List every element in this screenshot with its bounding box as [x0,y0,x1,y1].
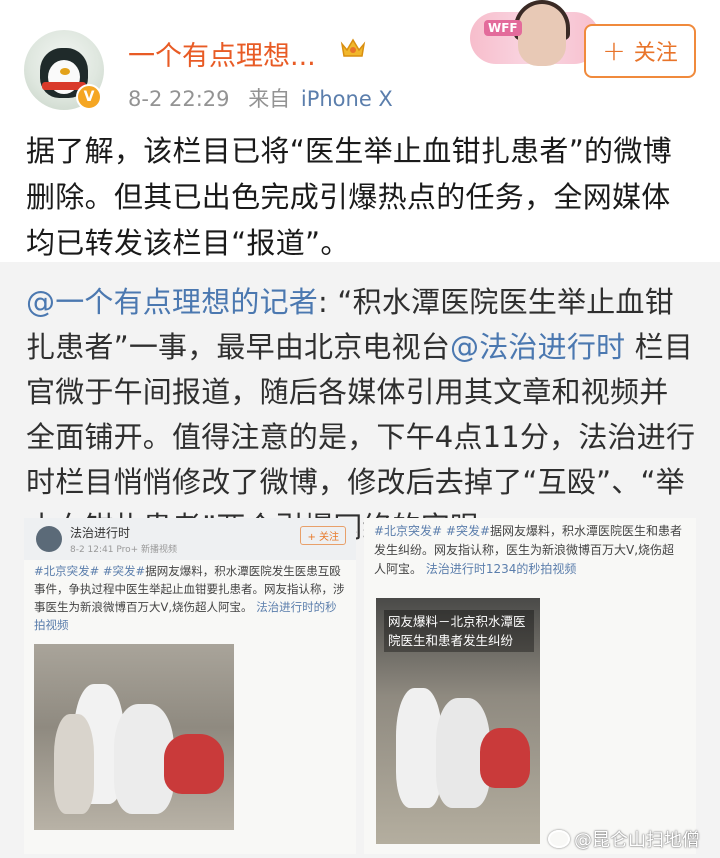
post-header: V 一个有点理想... 8-2 22:29 来自 iPhone X WFF + … [0,0,720,118]
follow-button[interactable]: + 关注 [584,24,696,78]
video-thumbnail: 网友爆料－北京积水潭医院医生和患者发生纠纷 [376,598,540,844]
decor-face [518,4,566,66]
shot-account: 法治进行时 [70,526,131,540]
video-caption: 网友爆料－北京积水潭医院医生和患者发生纠纷 [384,610,534,652]
shot-link: 法治进行时1234的秒拍视频 [425,562,577,576]
source-device[interactable]: iPhone X [301,87,393,111]
vip-crown-icon [340,38,366,57]
source-prefix: 来自 [248,87,291,111]
repost-block[interactable]: @一个有点理想的记者: “积水潭医院医生举止血钳扎患者”一事，最早由北京电视台@… [0,262,720,858]
person-figure [164,734,224,794]
plus-icon: + [602,34,626,67]
person-figure [54,714,94,814]
shot-text: #北京突发# #突发#据网友爆料，积水潭医院医生和患者发生纠纷。网友指认称，医生… [374,522,686,579]
person-figure [480,728,530,788]
post-meta: 8-2 22:29 来自 iPhone X [128,83,393,113]
mention-fazhi[interactable]: @法治进行时 [450,330,625,364]
penguin-beak [60,68,70,75]
video-thumbnail [34,644,234,830]
follow-label: 关注 [633,41,678,66]
repost-image-2[interactable]: #北京突发# #突发#据网友爆料，积水潭医院医生和患者发生纠纷。网友指认称，医生… [364,518,696,854]
shot-tags: #北京突发# #突发# [374,524,491,538]
shot-avatar [36,526,62,552]
post-text: 据了解，该栏目已将“医生举止血钳扎患者”的微博删除。但其已出色完成引爆热点的任务… [26,134,672,260]
weibo-logo-icon [548,830,570,848]
repost-author-mention[interactable]: @一个有点理想的记者 [26,285,318,319]
verified-badge-icon: V [76,84,102,110]
decor-label: WFF [484,20,522,36]
shot-tags: #北京突发# #突发# [34,564,146,578]
watermark-text: @昆仑山扫地僧 [574,830,700,851]
shot-follow: + 关注 [300,526,346,545]
watermark: @昆仑山扫地僧 [548,826,700,852]
username[interactable]: 一个有点理想... [128,34,316,73]
shot-header: 法治进行时 8-2 12:41 Pro+ 新播视频 + 关注 [24,518,356,560]
repost-images: 法治进行时 8-2 12:41 Pro+ 新播视频 + 关注 #北京突发# #突… [24,518,696,854]
repost-image-1[interactable]: 法治进行时 8-2 12:41 Pro+ 新播视频 + 关注 #北京突发# #突… [24,518,356,854]
repost-text: @一个有点理想的记者: “积水潭医院医生举止血钳扎患者”一事，最早由北京电视台@… [26,280,696,550]
decorative-card-skin: WFF [470,0,600,76]
shot-time: 8-2 12:41 Pro+ 新播视频 [70,545,178,555]
shot-text: #北京突发# #突发#据网友爆料，积水潭医院发生医患互殴事件，争执过程中医生举起… [34,562,346,634]
timestamp: 8-2 22:29 [128,87,230,111]
